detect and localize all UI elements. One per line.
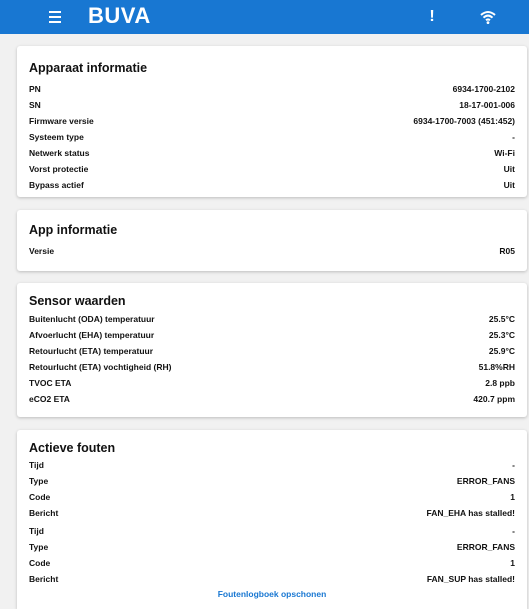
info-row-bypass: Bypass actief Uit (29, 180, 515, 190)
sensor-row-oda-temp: Buitenlucht (ODA) temperatuur 25.5°C (29, 314, 515, 324)
sensor-row-eta-rh: Retourlucht (ETA) vochtigheid (RH) 51.8%R… (29, 362, 515, 372)
error-row-type: Type ERROR_FANS (29, 542, 515, 552)
card-title: Actieve fouten (29, 441, 116, 455)
info-row-firmware: Firmware versie 6934-1700-7003 (451:452) (29, 116, 515, 126)
card-title: App informatie (29, 223, 118, 237)
clear-error-log-button[interactable]: Foutenlogboek opschonen (17, 589, 527, 599)
card-sensor-values: Sensor waarden Buitenlucht (ODA) tempera… (17, 283, 527, 417)
alert-icon[interactable]: ! (426, 7, 438, 27)
card-app-info: App informatie Versie R05 (17, 210, 527, 271)
info-row-network-status: Netwerk status Wi-Fi (29, 148, 515, 158)
menu-icon[interactable] (44, 6, 66, 28)
sensor-row-tvoc: TVOC ETA 2.8 ppb (29, 378, 515, 388)
error-row-type: Type ERROR_FANS (29, 476, 515, 486)
card-title: Sensor waarden (29, 294, 126, 308)
error-row-message: Bericht FAN_EHA has stalled! (29, 508, 515, 518)
info-row-version: Versie R05 (29, 246, 515, 256)
top-app-bar: BUVA ! (0, 0, 529, 34)
card-active-errors: Actieve fouten Tijd - Type ERROR_FANS Code… (17, 430, 527, 609)
error-row-time: Tijd - (29, 526, 515, 536)
error-row-code: Code 1 (29, 558, 515, 568)
card-title: Apparaat informatie (29, 61, 148, 75)
error-row-time: Tijd - (29, 460, 515, 470)
sensor-row-eco2: eCO2 ETA 420.7 ppm (29, 394, 515, 404)
sensor-row-eta-temp: Retourlucht (ETA) temperatuur 25.9°C (29, 346, 515, 356)
error-row-message: Bericht FAN_SUP has stalled! (29, 574, 515, 584)
error-row-code: Code 1 (29, 492, 515, 502)
app-logo: BUVA (88, 3, 151, 28)
info-row-system-type: Systeem type - (29, 132, 515, 142)
info-row-frost-protection: Vorst protectie Uit (29, 164, 515, 174)
sensor-row-eha-temp: Afvoerlucht (EHA) temperatuur 25.3°C (29, 330, 515, 340)
info-row-sn: SN 18-17-001-006 (29, 100, 515, 110)
wifi-icon[interactable] (480, 9, 496, 25)
card-device-info: Apparaat informatie PN 6934-1700-2102 SN 1… (17, 46, 527, 197)
info-row-pn: PN 6934-1700-2102 (29, 84, 515, 94)
